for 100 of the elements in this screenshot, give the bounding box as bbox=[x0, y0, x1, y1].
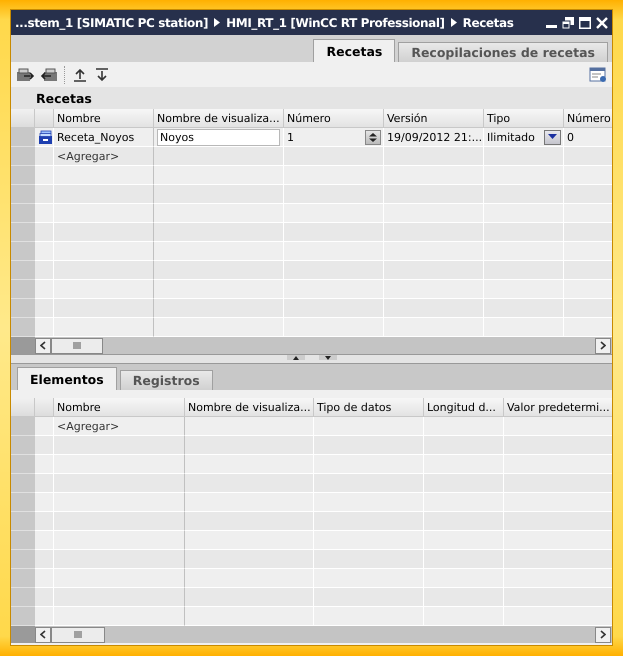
add-row-cell[interactable]: <Agregar> bbox=[54, 147, 154, 166]
column-header[interactable]: Nombre bbox=[54, 109, 154, 128]
collapse-down-button[interactable] bbox=[318, 355, 336, 360]
column-header bbox=[35, 109, 54, 128]
table-cell bbox=[35, 299, 54, 318]
chevron-left-icon bbox=[40, 630, 46, 639]
name-input[interactable]: Noyos bbox=[157, 128, 280, 146]
row-header[interactable] bbox=[11, 569, 35, 588]
row-header[interactable] bbox=[11, 417, 35, 436]
column-header[interactable]: Longitud d... bbox=[424, 398, 504, 417]
table-cell bbox=[35, 223, 54, 242]
table-cell bbox=[35, 607, 54, 626]
row-header[interactable] bbox=[11, 474, 35, 493]
column-header[interactable]: Nombre de visualiza... bbox=[154, 109, 284, 128]
table-cell: Receta_Noyos bbox=[54, 128, 154, 147]
row-header[interactable] bbox=[11, 299, 35, 318]
collapse-up-button[interactable] bbox=[286, 355, 304, 360]
caret-down-icon bbox=[548, 134, 557, 140]
table-cell bbox=[35, 531, 54, 550]
row-header[interactable] bbox=[11, 204, 35, 223]
table-cell bbox=[35, 185, 54, 204]
row-header[interactable] bbox=[11, 531, 35, 550]
row-header[interactable] bbox=[11, 550, 35, 569]
scroll-thumb[interactable] bbox=[51, 338, 103, 354]
table-cell bbox=[35, 166, 54, 185]
table-cell bbox=[35, 588, 54, 607]
row-header[interactable] bbox=[11, 128, 35, 147]
upload-icon[interactable] bbox=[72, 66, 88, 82]
maximize-icon[interactable] bbox=[579, 16, 591, 28]
table-cell bbox=[35, 569, 54, 588]
tab[interactable]: Recopilaciones de recetas bbox=[398, 42, 608, 62]
row-header[interactable] bbox=[11, 147, 35, 166]
restore-icon[interactable] bbox=[562, 16, 574, 28]
breadcrumb-item[interactable]: ...stem_1 [SIMATIC PC station] bbox=[15, 16, 208, 30]
tab[interactable]: Recetas bbox=[313, 39, 396, 62]
header-corner bbox=[11, 398, 35, 417]
row-header[interactable] bbox=[11, 436, 35, 455]
tab[interactable]: Registros bbox=[120, 370, 213, 390]
horizontal-scrollbar[interactable] bbox=[11, 337, 612, 354]
download-icon[interactable] bbox=[94, 66, 110, 82]
column-header[interactable]: Versión bbox=[384, 109, 484, 128]
scroll-thumb[interactable] bbox=[51, 626, 105, 642]
row-header[interactable] bbox=[11, 588, 35, 607]
spin-button[interactable] bbox=[365, 130, 381, 144]
dropdown-button[interactable] bbox=[544, 130, 561, 144]
grip-icon bbox=[74, 631, 82, 638]
close-icon[interactable] bbox=[596, 16, 608, 28]
row-header[interactable] bbox=[11, 223, 35, 242]
up-down-arrows-icon bbox=[368, 132, 378, 142]
chevron-right-icon bbox=[600, 630, 606, 639]
tab[interactable]: Elementos bbox=[17, 367, 117, 390]
table-cell bbox=[35, 261, 54, 280]
scroll-right-button[interactable] bbox=[595, 626, 611, 642]
breadcrumb-item[interactable]: Recetas bbox=[462, 16, 514, 30]
scrollbar-corner bbox=[11, 337, 35, 354]
export-icon[interactable] bbox=[16, 66, 34, 82]
scrollbar-corner bbox=[11, 626, 35, 643]
window-settings-icon[interactable] bbox=[589, 66, 607, 82]
table-cell bbox=[35, 280, 54, 299]
horizontal-scrollbar[interactable] bbox=[11, 626, 612, 643]
row-header[interactable] bbox=[11, 512, 35, 531]
table-cell[interactable]: Noyos bbox=[154, 128, 284, 147]
column-header[interactable]: Nombre de visualiza... bbox=[185, 398, 314, 417]
row-header[interactable] bbox=[11, 280, 35, 299]
table-cell bbox=[35, 493, 54, 512]
row-header[interactable] bbox=[11, 261, 35, 280]
section-title: Recetas bbox=[11, 87, 612, 109]
column-header bbox=[35, 398, 54, 417]
scroll-right-button[interactable] bbox=[595, 338, 611, 354]
column-header[interactable]: Valor predetermi... bbox=[504, 398, 612, 417]
table-cell[interactable]: 1 bbox=[284, 128, 384, 147]
recipe-icon bbox=[38, 130, 53, 144]
table-cell[interactable]: Ilimitado bbox=[484, 128, 564, 147]
column-header[interactable]: Número bbox=[284, 109, 384, 128]
add-row-cell[interactable]: <Agregar> bbox=[54, 417, 185, 436]
column-header[interactable]: Número bbox=[564, 109, 612, 128]
row-header[interactable] bbox=[11, 166, 35, 185]
table-cell bbox=[35, 455, 54, 474]
table-cell bbox=[35, 417, 54, 436]
row-header[interactable] bbox=[11, 493, 35, 512]
chevron-left-icon bbox=[40, 341, 46, 350]
column-header[interactable]: Nombre bbox=[54, 398, 185, 417]
scroll-left-button[interactable] bbox=[35, 338, 51, 354]
table-cell bbox=[35, 512, 54, 531]
table-cell bbox=[35, 242, 54, 261]
row-header[interactable] bbox=[11, 455, 35, 474]
grip-icon bbox=[72, 342, 82, 349]
scroll-left-button[interactable] bbox=[35, 626, 51, 642]
import-icon[interactable] bbox=[40, 66, 58, 82]
column-header[interactable]: Tipo bbox=[484, 109, 564, 128]
row-header[interactable] bbox=[11, 242, 35, 261]
breadcrumb-item[interactable]: HMI_RT_1 [WinCC RT Professional] bbox=[226, 16, 445, 30]
table-cell bbox=[35, 550, 54, 569]
chevron-right-icon bbox=[600, 341, 606, 350]
column-header[interactable]: Tipo de datos bbox=[314, 398, 424, 417]
table-cell bbox=[35, 474, 54, 493]
breadcrumb-arrow-icon bbox=[450, 18, 457, 27]
breadcrumb-arrow-icon bbox=[214, 18, 220, 27]
cell-value: 1 bbox=[287, 130, 294, 144]
row-header[interactable] bbox=[11, 185, 35, 204]
